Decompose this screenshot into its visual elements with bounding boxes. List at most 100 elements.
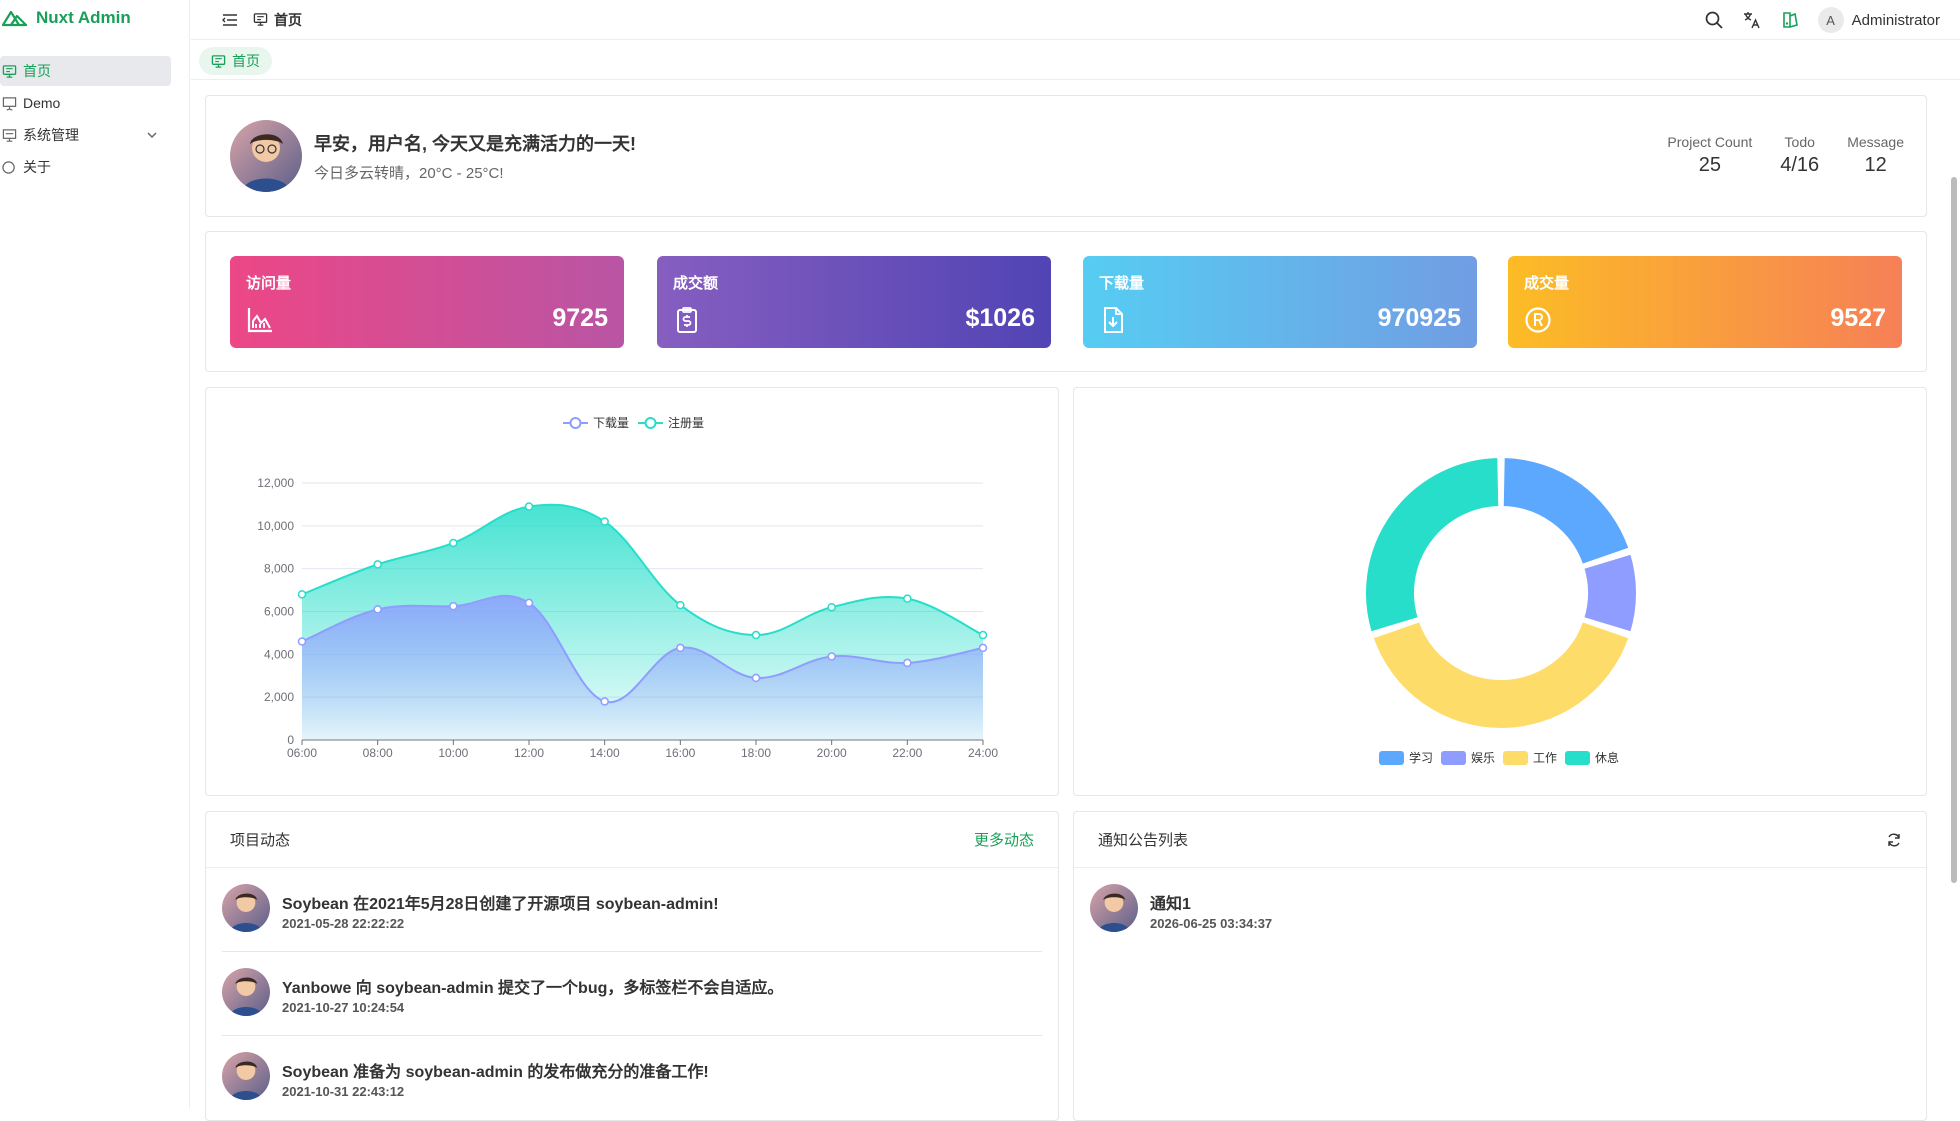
breadcrumb-label: 首页 xyxy=(274,11,302,28)
sidebar: Nuxt Admin 首页 Demo 系统管理 关于 xyxy=(0,0,190,1109)
donut-chart: 学习 娱乐 工作 休息 xyxy=(1364,456,1638,765)
y-tick-label: 2,000 xyxy=(264,690,294,704)
x-tick-label: 12:00 xyxy=(514,746,544,760)
data-point xyxy=(827,602,836,612)
kpi-value: 9527 xyxy=(1830,304,1886,332)
pie-slice xyxy=(1582,552,1638,634)
notice-list-card: 通知公告列表 通知1 2026-06-25 03:34:37 xyxy=(1073,811,1927,1121)
x-tick-label: 06:00 xyxy=(287,746,317,760)
data-point xyxy=(903,594,912,603)
kpi-downloads[interactable]: 下载量 970925 xyxy=(1083,256,1477,348)
kpi-deals[interactable]: 成交量 9527 xyxy=(1508,256,1902,348)
project-feed-card: 项目动态 更多动态 Soybean 在2021年5月28日创建了开源项目 soy… xyxy=(205,811,1059,1121)
registered-icon xyxy=(1525,307,1551,333)
legend-label: 休息 xyxy=(1595,750,1619,765)
sidebar-item-label: 首页 xyxy=(23,63,51,79)
x-tick-label: 24:00 xyxy=(968,746,998,760)
legend-marker xyxy=(569,417,582,429)
pie-slice xyxy=(1501,456,1631,566)
presentation-icon xyxy=(2,96,17,111)
data-point xyxy=(751,630,761,640)
money-clipboard-icon xyxy=(677,307,697,333)
data-point xyxy=(373,605,382,614)
data-point xyxy=(978,630,988,640)
chart-icon xyxy=(247,308,272,333)
feed-text: Yanbowe 向 soybean-admin 提交了一个bug，多标签栏不会自… xyxy=(282,980,784,997)
sidebar-item-home[interactable]: 首页 xyxy=(0,56,171,86)
stat-value: 12 xyxy=(1864,154,1887,176)
y-tick-label: 12,000 xyxy=(257,476,294,490)
greeting-title: 早安，用户名, 今天又是充满活力的一天! xyxy=(314,134,636,154)
breadcrumb[interactable]: 首页 xyxy=(253,10,302,30)
legend-marker xyxy=(644,417,657,429)
list-item[interactable]: Soybean 在2021年5月28日创建了开源项目 soybean-admin… xyxy=(222,868,1042,952)
data-point xyxy=(751,673,761,683)
user-avatar[interactable]: A xyxy=(1817,7,1844,33)
app-title: Nuxt Admin xyxy=(36,8,131,27)
data-point xyxy=(600,517,609,526)
kpi-visits[interactable]: 访问量 9725 xyxy=(230,256,624,348)
more-activity-link[interactable]: 更多动态 xyxy=(974,829,1034,850)
notice-time: 2026-06-25 03:34:37 xyxy=(1150,916,1273,931)
sidebar-item-system[interactable]: 系统管理 xyxy=(0,120,171,150)
sidebar-item-label: 系统管理 xyxy=(23,127,79,143)
legend-marker xyxy=(1565,751,1590,765)
kpi-title: 成交额 xyxy=(673,275,719,292)
kpi-card: 访问量 9725 成交额 $1026 下载量 970925 成交量 9527 xyxy=(205,231,1927,372)
list-item[interactable]: Yanbowe 向 soybean-admin 提交了一个bug，多标签栏不会自… xyxy=(222,952,1042,1036)
stat-label: Project Count xyxy=(1667,134,1753,150)
monitor-icon xyxy=(253,13,268,26)
logo-icon xyxy=(2,10,28,27)
data-point xyxy=(373,560,382,569)
stat-value: 4/16 xyxy=(1780,154,1820,176)
sidebar-item-label: 关于 xyxy=(23,159,51,175)
kpi-value: 9725 xyxy=(552,304,608,332)
legend-marker xyxy=(1379,751,1404,765)
list-item[interactable]: Soybean 准备为 soybean-admin 的发布做充分的准备工作! 2… xyxy=(222,1036,1042,1120)
panel-header: 通知公告列表 xyxy=(1074,812,1926,868)
y-tick-label: 4,000 xyxy=(264,647,294,661)
kpi-value: $1026 xyxy=(965,304,1035,332)
data-point xyxy=(676,643,685,653)
greeting-card: 早安，用户名, 今天又是充满活力的一天! 今日多云转晴，20°C - 25°C!… xyxy=(205,95,1927,217)
sidebar-item-demo[interactable]: Demo xyxy=(0,88,171,118)
area-chart: 0 2,000 4,000 6,000 8,000 10,000 12,000 06:00 08… xyxy=(257,415,998,760)
kpi-title: 下载量 xyxy=(1099,275,1145,292)
list-item[interactable]: 通知1 2026-06-25 03:34:37 xyxy=(1090,868,1910,952)
kpi-turnover[interactable]: 成交额 $1026 xyxy=(657,256,1051,348)
user-name[interactable]: Administrator xyxy=(1852,12,1940,29)
kpi-title: 访问量 xyxy=(246,275,292,292)
x-tick-label: 22:00 xyxy=(892,746,922,760)
feed-time: 2021-10-27 10:24:54 xyxy=(282,1000,405,1015)
x-tick-label: 14:00 xyxy=(590,746,620,760)
stat-label: Todo xyxy=(1784,134,1815,150)
data-point xyxy=(903,658,912,668)
sidebar-item-about[interactable]: 关于 xyxy=(0,152,171,182)
panel-title: 通知公告列表 xyxy=(1098,832,1189,849)
data-point xyxy=(524,598,534,608)
data-point xyxy=(600,697,609,706)
menu-toggle-icon[interactable] xyxy=(221,12,239,28)
scrollbar-thumb[interactable] xyxy=(1951,177,1957,883)
x-tick-label: 10:00 xyxy=(438,746,468,760)
kpi-title: 成交量 xyxy=(1524,275,1570,292)
avatar xyxy=(222,1052,270,1100)
tab-bar: 首页 xyxy=(191,41,1960,80)
legend-label: 下载量 xyxy=(593,416,629,430)
chevron-down-icon[interactable] xyxy=(145,128,159,142)
tab-home[interactable]: 首页 xyxy=(199,47,272,75)
search-icon[interactable] xyxy=(1704,10,1724,30)
x-tick-label: 20:00 xyxy=(817,746,847,760)
app-logo[interactable]: Nuxt Admin xyxy=(0,0,189,36)
legend-label: 学习 xyxy=(1409,750,1433,765)
refresh-icon[interactable] xyxy=(1886,832,1902,848)
y-tick-label: 10,000 xyxy=(257,519,294,533)
feed-text: Soybean 在2021年5月28日创建了开源项目 soybean-admin… xyxy=(282,896,719,913)
scrollbar[interactable] xyxy=(1950,82,1960,1109)
data-point xyxy=(827,652,836,661)
greeting-stats: Project Count 25 Todo 4/16 Message 12 xyxy=(1667,134,1904,177)
translate-icon[interactable] xyxy=(1742,10,1762,30)
theme-icon[interactable] xyxy=(1780,10,1800,30)
circle-icon xyxy=(2,160,15,174)
line-chart-card: 0 2,000 4,000 6,000 8,000 10,000 12,000 06:00 08… xyxy=(205,387,1059,796)
